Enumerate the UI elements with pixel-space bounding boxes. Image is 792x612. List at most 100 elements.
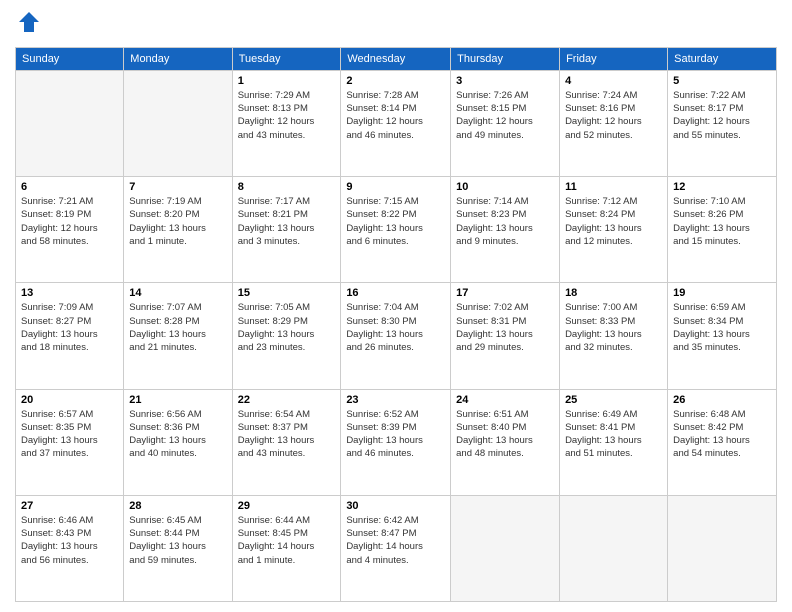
calendar-cell: 25 Sunrise: 6:49 AM Sunset: 8:41 PM Dayli… xyxy=(560,389,668,495)
calendar-cell xyxy=(451,495,560,601)
day-number: 4 xyxy=(565,75,662,87)
calendar-cell: 3 Sunrise: 7:26 AM Sunset: 8:15 PM Daylig… xyxy=(451,70,560,176)
day-info: Sunrise: 7:29 AM Sunset: 8:13 PM Dayligh… xyxy=(238,89,336,142)
day-info: Sunrise: 6:59 AM Sunset: 8:34 PM Dayligh… xyxy=(673,301,771,354)
day-number: 19 xyxy=(673,287,771,299)
day-number: 23 xyxy=(346,394,445,406)
header xyxy=(15,10,777,39)
day-info: Sunrise: 7:10 AM Sunset: 8:26 PM Dayligh… xyxy=(673,195,771,248)
day-info: Sunrise: 6:46 AM Sunset: 8:43 PM Dayligh… xyxy=(21,514,118,567)
col-header-wednesday: Wednesday xyxy=(341,47,451,70)
day-info: Sunrise: 6:57 AM Sunset: 8:35 PM Dayligh… xyxy=(21,408,118,461)
calendar-cell: 5 Sunrise: 7:22 AM Sunset: 8:17 PM Daylig… xyxy=(668,70,777,176)
day-info: Sunrise: 7:28 AM Sunset: 8:14 PM Dayligh… xyxy=(346,89,445,142)
calendar-cell: 11 Sunrise: 7:12 AM Sunset: 8:24 PM Dayli… xyxy=(560,177,668,283)
day-number: 18 xyxy=(565,287,662,299)
day-info: Sunrise: 7:12 AM Sunset: 8:24 PM Dayligh… xyxy=(565,195,662,248)
day-info: Sunrise: 6:48 AM Sunset: 8:42 PM Dayligh… xyxy=(673,408,771,461)
day-info: Sunrise: 6:44 AM Sunset: 8:45 PM Dayligh… xyxy=(238,514,336,567)
day-number: 9 xyxy=(346,181,445,193)
day-info: Sunrise: 6:54 AM Sunset: 8:37 PM Dayligh… xyxy=(238,408,336,461)
day-number: 3 xyxy=(456,75,554,87)
col-header-saturday: Saturday xyxy=(668,47,777,70)
day-info: Sunrise: 7:21 AM Sunset: 8:19 PM Dayligh… xyxy=(21,195,118,248)
day-number: 25 xyxy=(565,394,662,406)
calendar-cell: 9 Sunrise: 7:15 AM Sunset: 8:22 PM Daylig… xyxy=(341,177,451,283)
calendar-cell: 23 Sunrise: 6:52 AM Sunset: 8:39 PM Dayli… xyxy=(341,389,451,495)
calendar-cell: 10Sunrise: 7:14 AM Sunset: 8:23 PM Dayli… xyxy=(451,177,560,283)
calendar-cell: 29Sunrise: 6:44 AM Sunset: 8:45 PM Dayli… xyxy=(232,495,341,601)
calendar-cell: 19 Sunrise: 6:59 AM Sunset: 8:34 PM Dayli… xyxy=(668,283,777,389)
day-info: Sunrise: 6:49 AM Sunset: 8:41 PM Dayligh… xyxy=(565,408,662,461)
day-info: Sunrise: 7:04 AM Sunset: 8:30 PM Dayligh… xyxy=(346,301,445,354)
day-info: Sunrise: 7:22 AM Sunset: 8:17 PM Dayligh… xyxy=(673,89,771,142)
day-info: Sunrise: 7:26 AM Sunset: 8:15 PM Dayligh… xyxy=(456,89,554,142)
calendar-cell xyxy=(668,495,777,601)
calendar-cell: 21 Sunrise: 6:56 AM Sunset: 8:36 PM Dayli… xyxy=(124,389,232,495)
day-number: 1 xyxy=(238,75,336,87)
calendar-cell: 15 Sunrise: 7:05 AM Sunset: 8:29 PM Dayli… xyxy=(232,283,341,389)
calendar-cell: 16Sunrise: 7:04 AM Sunset: 8:30 PM Dayli… xyxy=(341,283,451,389)
day-info: Sunrise: 7:15 AM Sunset: 8:22 PM Dayligh… xyxy=(346,195,445,248)
day-number: 21 xyxy=(129,394,226,406)
day-number: 26 xyxy=(673,394,771,406)
day-info: Sunrise: 7:19 AM Sunset: 8:20 PM Dayligh… xyxy=(129,195,226,248)
day-info: Sunrise: 7:02 AM Sunset: 8:31 PM Dayligh… xyxy=(456,301,554,354)
day-number: 12 xyxy=(673,181,771,193)
calendar-cell: 28 Sunrise: 6:45 AM Sunset: 8:44 PM Dayli… xyxy=(124,495,232,601)
calendar-cell: 7 Sunrise: 7:19 AM Sunset: 8:20 PM Daylig… xyxy=(124,177,232,283)
calendar-cell: 26 Sunrise: 6:48 AM Sunset: 8:42 PM Dayli… xyxy=(668,389,777,495)
day-info: Sunrise: 6:52 AM Sunset: 8:39 PM Dayligh… xyxy=(346,408,445,461)
page: SundayMondayTuesdayWednesdayThursdayFrid… xyxy=(0,0,792,612)
day-info: Sunrise: 6:42 AM Sunset: 8:47 PM Dayligh… xyxy=(346,514,445,567)
calendar-cell xyxy=(124,70,232,176)
calendar-cell: 22 Sunrise: 6:54 AM Sunset: 8:37 PM Dayli… xyxy=(232,389,341,495)
day-number: 11 xyxy=(565,181,662,193)
calendar-cell: 30 Sunrise: 6:42 AM Sunset: 8:47 PM Dayli… xyxy=(341,495,451,601)
calendar-cell: 27 Sunrise: 6:46 AM Sunset: 8:43 PM Dayli… xyxy=(16,495,124,601)
col-header-friday: Friday xyxy=(560,47,668,70)
day-info: Sunrise: 6:45 AM Sunset: 8:44 PM Dayligh… xyxy=(129,514,226,567)
calendar-cell: 14Sunrise: 7:07 AM Sunset: 8:28 PM Dayli… xyxy=(124,283,232,389)
day-info: Sunrise: 7:24 AM Sunset: 8:16 PM Dayligh… xyxy=(565,89,662,142)
day-number: 17 xyxy=(456,287,554,299)
day-number: 22 xyxy=(238,394,336,406)
col-header-thursday: Thursday xyxy=(451,47,560,70)
calendar-cell: 6 Sunrise: 7:21 AM Sunset: 8:19 PM Daylig… xyxy=(16,177,124,283)
day-info: Sunrise: 6:56 AM Sunset: 8:36 PM Dayligh… xyxy=(129,408,226,461)
day-number: 15 xyxy=(238,287,336,299)
col-header-sunday: Sunday xyxy=(16,47,124,70)
day-info: Sunrise: 7:14 AM Sunset: 8:23 PM Dayligh… xyxy=(456,195,554,248)
calendar-cell: 1 Sunrise: 7:29 AM Sunset: 8:13 PM Daylig… xyxy=(232,70,341,176)
logo xyxy=(15,10,41,39)
col-header-monday: Monday xyxy=(124,47,232,70)
day-number: 6 xyxy=(21,181,118,193)
logo-icon xyxy=(17,10,41,34)
day-info: Sunrise: 7:17 AM Sunset: 8:21 PM Dayligh… xyxy=(238,195,336,248)
calendar-cell: 17 Sunrise: 7:02 AM Sunset: 8:31 PM Dayli… xyxy=(451,283,560,389)
calendar-cell xyxy=(16,70,124,176)
calendar-cell: 24 Sunrise: 6:51 AM Sunset: 8:40 PM Dayli… xyxy=(451,389,560,495)
col-header-tuesday: Tuesday xyxy=(232,47,341,70)
calendar-cell: 12 Sunrise: 7:10 AM Sunset: 8:26 PM Dayli… xyxy=(668,177,777,283)
day-number: 30 xyxy=(346,500,445,512)
day-number: 8 xyxy=(238,181,336,193)
day-number: 13 xyxy=(21,287,118,299)
day-number: 20 xyxy=(21,394,118,406)
calendar-table: SundayMondayTuesdayWednesdayThursdayFrid… xyxy=(15,47,777,602)
day-number: 24 xyxy=(456,394,554,406)
calendar-cell: 2Sunrise: 7:28 AM Sunset: 8:14 PM Daylig… xyxy=(341,70,451,176)
calendar-cell xyxy=(560,495,668,601)
day-info: Sunrise: 7:05 AM Sunset: 8:29 PM Dayligh… xyxy=(238,301,336,354)
day-number: 5 xyxy=(673,75,771,87)
day-info: Sunrise: 7:07 AM Sunset: 8:28 PM Dayligh… xyxy=(129,301,226,354)
day-number: 28 xyxy=(129,500,226,512)
calendar-cell: 8 Sunrise: 7:17 AM Sunset: 8:21 PM Daylig… xyxy=(232,177,341,283)
day-info: Sunrise: 7:00 AM Sunset: 8:33 PM Dayligh… xyxy=(565,301,662,354)
calendar-cell: 4 Sunrise: 7:24 AM Sunset: 8:16 PM Daylig… xyxy=(560,70,668,176)
day-number: 7 xyxy=(129,181,226,193)
day-info: Sunrise: 6:51 AM Sunset: 8:40 PM Dayligh… xyxy=(456,408,554,461)
calendar-cell: 18 Sunrise: 7:00 AM Sunset: 8:33 PM Dayli… xyxy=(560,283,668,389)
day-info: Sunrise: 7:09 AM Sunset: 8:27 PM Dayligh… xyxy=(21,301,118,354)
day-number: 27 xyxy=(21,500,118,512)
